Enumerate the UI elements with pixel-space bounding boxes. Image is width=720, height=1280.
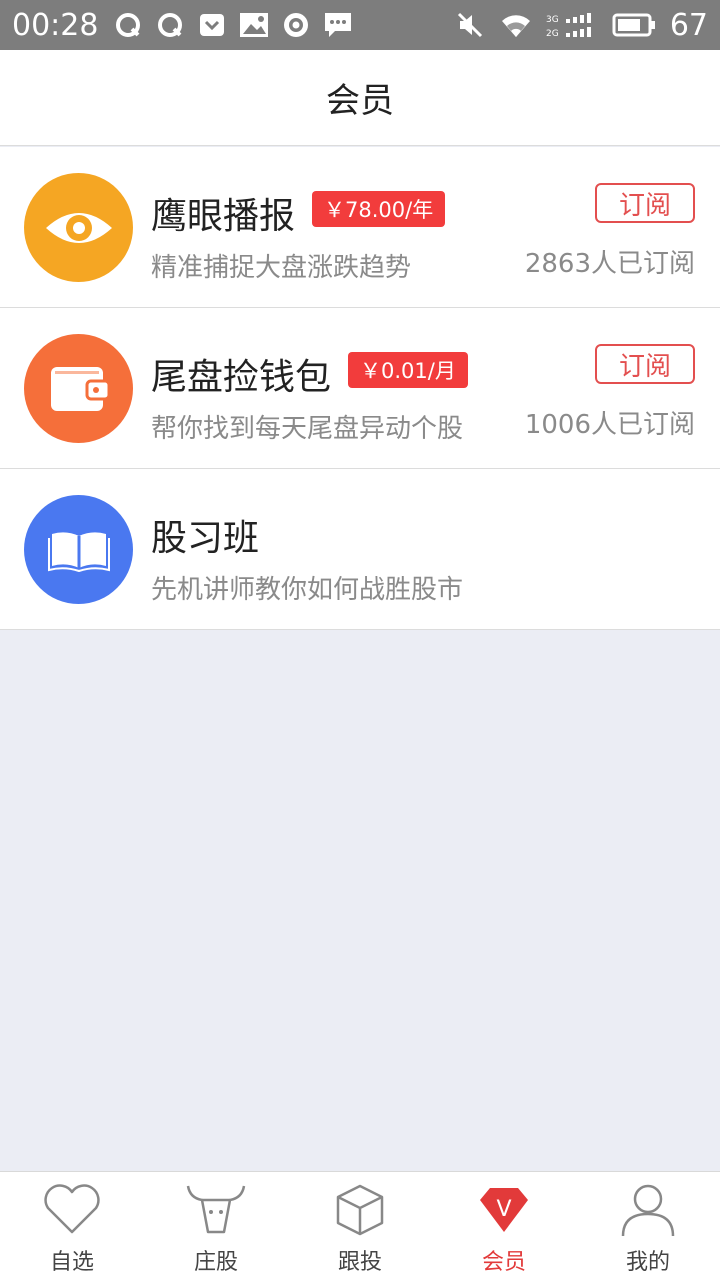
signal-label-3g: 3G: [546, 15, 559, 25]
item-description: 帮你找到每天尾盘异动个股: [151, 414, 464, 444]
image-icon: [238, 9, 270, 41]
item-name: 鹰眼播报: [151, 196, 296, 237]
tab-banker-stocks[interactable]: 庄股: [144, 1172, 288, 1280]
cube-icon: [328, 1180, 392, 1240]
tab-membership[interactable]: V 会员: [432, 1172, 576, 1280]
tab-label: 我的: [625, 1250, 670, 1275]
membership-list: 鹰眼播报 ￥78.00/年 精准捕捉大盘涨跌趋势 订阅 2863人已订阅 尾盘捡…: [0, 147, 720, 630]
status-bar: 00:28 3G 2G 67: [0, 0, 720, 50]
tab-label: 会员: [481, 1250, 526, 1275]
item-name: 股习班: [151, 518, 260, 559]
subscribe-button[interactable]: 订阅: [595, 183, 695, 223]
q-icon: [112, 9, 144, 41]
bull-icon: [184, 1180, 248, 1240]
price-badge: ￥0.01/月: [348, 352, 468, 388]
signal-label-2g: 2G: [546, 29, 559, 39]
list-item-wallet[interactable]: 尾盘捡钱包 ￥0.01/月 帮你找到每天尾盘异动个股 订阅 1006人已订阅: [0, 308, 720, 469]
heart-icon: [40, 1180, 104, 1240]
tab-follow-invest[interactable]: 跟投: [288, 1172, 432, 1280]
subscribe-button[interactable]: 订阅: [595, 344, 695, 384]
eye-icon: [24, 173, 133, 282]
subscriber-count: 2863人已订阅: [524, 249, 695, 279]
tab-label: 庄股: [193, 1250, 238, 1275]
tab-label: 跟投: [337, 1250, 382, 1275]
item-description: 精准捕捉大盘涨跌趋势: [151, 253, 412, 283]
notification-icons: [112, 9, 354, 41]
tab-watchlist[interactable]: 自选: [0, 1172, 144, 1280]
page-title: 会员: [326, 81, 394, 121]
pocket-icon: [196, 9, 228, 41]
signal-icon: 3G 2G: [546, 9, 598, 41]
status-time: 00:28: [12, 7, 99, 43]
wifi-icon: [500, 9, 532, 41]
q-icon: [154, 9, 186, 41]
vip-gem-icon: V: [472, 1180, 536, 1240]
item-description: 先机讲师教你如何战胜股市: [151, 575, 464, 605]
battery-icon: [612, 9, 656, 41]
item-name: 尾盘捡钱包: [151, 357, 332, 398]
list-item-stock-class[interactable]: 股习班 先机讲师教你如何战胜股市: [0, 469, 720, 630]
target-icon: [280, 9, 312, 41]
book-icon: [24, 495, 133, 604]
price-badge: ￥78.00/年: [312, 191, 446, 227]
tab-label: 自选: [49, 1250, 94, 1275]
user-icon: [616, 1180, 680, 1240]
system-status-icons: 3G 2G 67: [454, 8, 708, 43]
mute-icon: [454, 9, 486, 41]
bottom-tab-bar: 自选 庄股 跟投 V 会员 我的: [0, 1171, 720, 1280]
message-icon: [322, 9, 354, 41]
tab-profile[interactable]: 我的: [576, 1172, 720, 1280]
page-header: 会员: [0, 50, 720, 146]
list-item-eagle-eye[interactable]: 鹰眼播报 ￥78.00/年 精准捕捉大盘涨跌趋势 订阅 2863人已订阅: [0, 147, 720, 308]
subscriber-count: 1006人已订阅: [524, 410, 695, 440]
battery-percentage: 67: [669, 7, 708, 43]
vip-badge-letter: V: [496, 1197, 511, 1222]
wallet-icon: [24, 334, 133, 443]
